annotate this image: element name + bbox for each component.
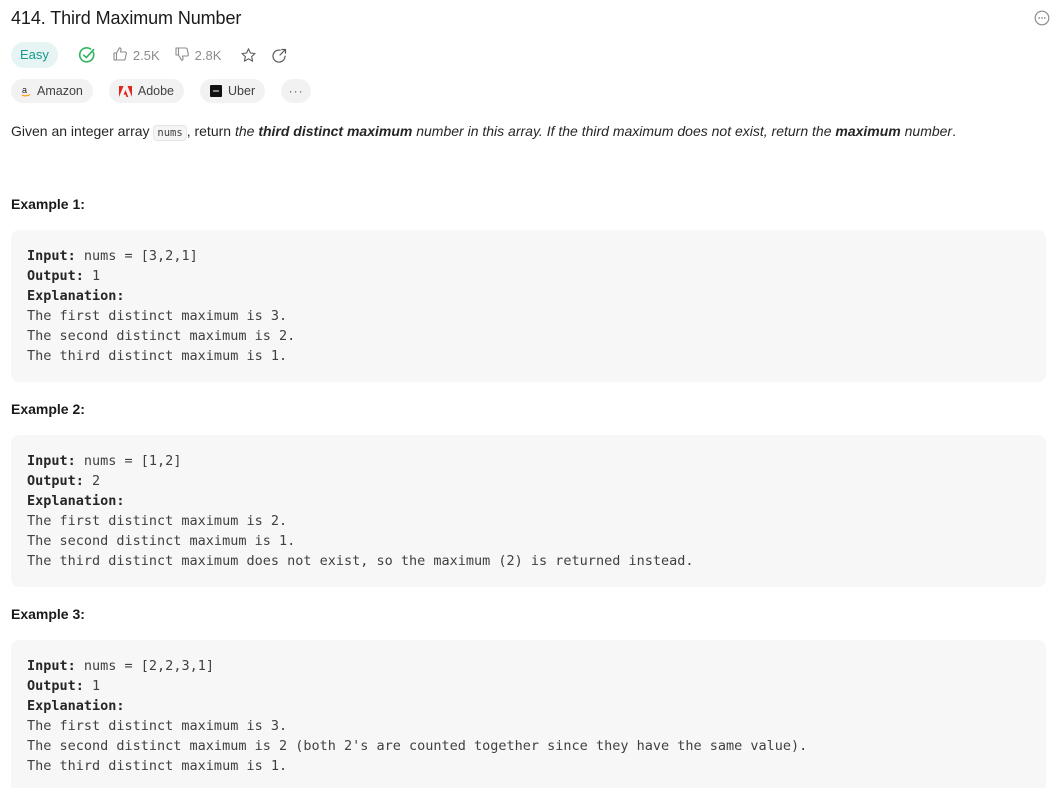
problem-title[interactable]: 414. Third Maximum Number [11,8,241,29]
example-3-box: Input: nums = [2,2,3,1] Output: 1 Explan… [11,640,1046,788]
example-output: 1 [83,678,101,694]
explanation-line: The third distinct maximum is 1. [27,758,288,774]
example-2-box: Input: nums = [1,2] Output: 2 Explanatio… [11,435,1046,587]
desc-bold: maximum [835,123,901,139]
svg-text:a: a [22,85,27,95]
explanation-line: The second distinct maximum is 2 (both 2… [27,738,808,754]
problem-description: Given an integer array nums, return the … [11,121,1051,143]
example-3-title: Example 3: [11,606,85,622]
explanation-label: Explanation: [27,493,125,509]
star-icon[interactable] [240,47,257,64]
output-label: Output: [27,678,84,694]
output-label: Output: [27,268,84,284]
example-1-box: Input: nums = [3,2,1] Output: 1 Explanat… [11,230,1046,382]
explanation-line: The first distinct maximum is 2. [27,513,288,529]
title-row: 414. Third Maximum Number [11,6,1050,30]
explanation-line: The third distinct maximum is 1. [27,348,288,364]
explanation-line: The third distinct maximum does not exis… [27,553,694,569]
tag-label: Uber [228,84,256,98]
input-label: Input: [27,453,76,469]
share-icon[interactable] [271,47,288,64]
desc-text: . [952,123,956,139]
inline-code: nums [153,125,187,141]
example-input: nums = [3,2,1] [75,248,198,264]
tag-amazon[interactable]: a Amazon [11,79,93,103]
explanation-line: The first distinct maximum is 3. [27,718,288,734]
adobe-logo-icon [118,85,132,97]
company-tags: a Amazon Adobe Uber ··· [11,79,327,103]
tag-label: Adobe [137,84,175,98]
explanation-line: The first distinct maximum is 3. [27,308,288,324]
thumbs-up-icon [112,46,133,65]
desc-text: Given an integer array [11,123,154,139]
dislike-button[interactable]: 2.8K [174,46,222,65]
example-1-title: Example 1: [11,196,85,212]
meta-row: Easy 2.5K 2.8K [11,42,288,68]
example-input: nums = [1,2] [75,453,182,469]
tag-adobe[interactable]: Adobe [108,79,185,103]
desc-bold: third distinct maximum [258,123,413,139]
example-output: 1 [83,268,101,284]
explanation-label: Explanation: [27,698,125,714]
example-input: nums = [2,2,3,1] [75,658,214,674]
like-count: 2.5K [132,47,160,63]
explanation-line: The second distinct maximum is 2. [27,328,296,344]
explanation-line: The second distinct maximum is 1. [27,533,296,549]
example-2-title: Example 2: [11,401,85,417]
output-label: Output: [27,473,84,489]
difficulty-badge: Easy [11,42,58,68]
desc-text: , return [186,123,235,139]
solved-check-icon [78,46,96,64]
thumbs-down-icon [174,46,195,65]
tag-label: Amazon [37,84,83,98]
explanation-label: Explanation: [27,288,125,304]
desc-italic: the third distinct maximum number in thi… [234,123,953,139]
dislike-count: 2.8K [194,47,222,63]
more-tags-button[interactable]: ··· [281,79,312,103]
uber-logo-icon [210,85,223,97]
input-label: Input: [27,248,76,264]
amazon-logo-icon: a [21,85,31,97]
tag-uber[interactable]: Uber [200,79,266,103]
more-options-icon[interactable] [1034,10,1050,26]
input-label: Input: [27,658,76,674]
like-button[interactable]: 2.5K [112,46,160,65]
example-output: 2 [83,473,101,489]
